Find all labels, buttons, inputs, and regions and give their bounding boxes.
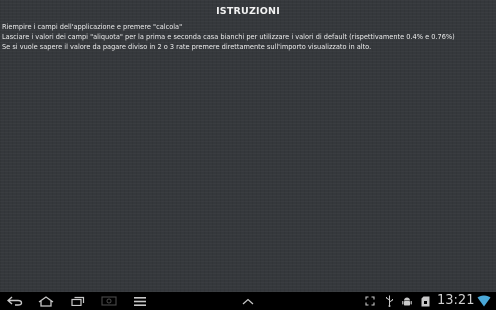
- expand-notifications-button[interactable]: [240, 294, 256, 308]
- instruction-line-1: Riempire i campi dell'applicazione e pre…: [2, 23, 183, 31]
- screenshot-icon: [101, 296, 117, 306]
- usb-icon: [385, 295, 393, 307]
- home-icon: [38, 295, 54, 307]
- menu-button[interactable]: [132, 294, 148, 308]
- app-screen: ISTRUZIONI Riempire i campi dell'applica…: [0, 0, 496, 310]
- screenshot-button[interactable]: [100, 294, 118, 308]
- recent-apps-icon: [71, 296, 85, 306]
- back-icon: [7, 296, 23, 306]
- android-debug-status: [401, 294, 413, 308]
- sd-card-status: [419, 294, 431, 308]
- recent-apps-button[interactable]: [70, 294, 86, 308]
- instruction-line-2: Lasciare i valori dei campi "aliquota" p…: [2, 33, 455, 41]
- sd-card-icon: [421, 296, 429, 306]
- wifi-icon: [477, 295, 491, 307]
- instruction-line-3: Se si vuole sapere il valore da pagare d…: [2, 43, 372, 51]
- menu-icon: [134, 296, 146, 306]
- wifi-status: [476, 294, 492, 308]
- chevron-up-icon: [242, 298, 254, 304]
- home-button[interactable]: [37, 294, 55, 308]
- android-debug-icon: [402, 297, 412, 305]
- fullscreen-icon: [365, 296, 375, 306]
- instructions-text: Riempire i campi dell'applicazione e pre…: [2, 22, 492, 52]
- status-clock: 13:21: [437, 293, 475, 308]
- usb-status: [383, 294, 395, 308]
- system-navigation-bar: 13:21: [0, 292, 496, 310]
- page-title: ISTRUZIONI: [216, 6, 280, 17]
- fullscreen-status: [364, 294, 376, 308]
- back-button[interactable]: [6, 294, 24, 308]
